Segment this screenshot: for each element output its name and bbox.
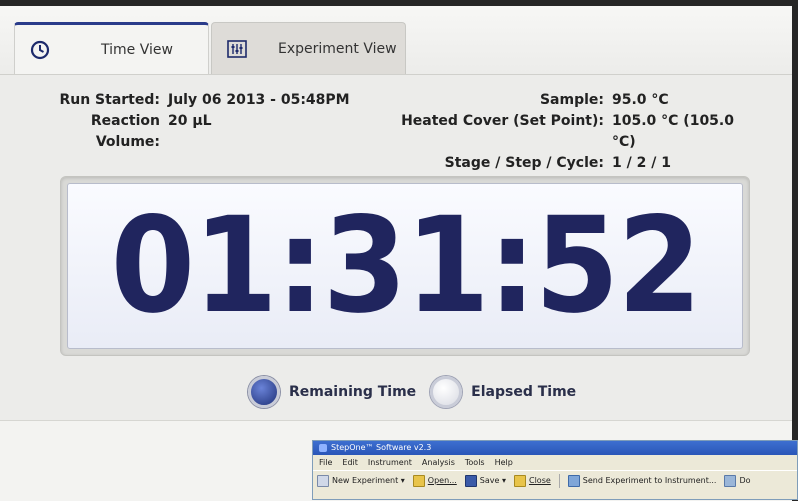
elapsed-time-label[interactable]: Elapsed Time: [471, 384, 576, 400]
run-info-left: Run Started: July 06 2013 - 05:48PM Reac…: [30, 90, 350, 153]
timer-frame: 01:31:52: [60, 176, 750, 356]
send-experiment-label: Send Experiment to Instrument...: [582, 476, 717, 485]
app-logo-icon: [319, 444, 327, 452]
toolbar-separator: [558, 474, 560, 488]
run-started-row: Run Started: July 06 2013 - 05:48PM: [30, 90, 350, 111]
run-monitor-panel: Time View Experiment View Run Started: J…: [0, 6, 792, 501]
heated-cover-label: Heated Cover (Set Point):: [401, 113, 604, 129]
download-button[interactable]: Do: [724, 471, 751, 491]
menu-bar: File Edit Instrument Analysis Tools Help: [313, 455, 797, 470]
floppy-disk-icon: [464, 475, 477, 487]
sample-value: 95.0 °C: [612, 92, 669, 108]
folder-icon: [412, 475, 425, 487]
timer-display: 01:31:52: [67, 183, 743, 349]
heated-cover-value: 105.0 °C (105.0 °C): [612, 113, 734, 150]
new-experiment-button[interactable]: New Experiment ▾: [317, 471, 405, 491]
tab-experiment-view[interactable]: Experiment View: [211, 22, 406, 74]
reaction-volume-value: 20 µL: [168, 113, 212, 129]
tab-experiment-view-label: Experiment View: [278, 40, 397, 57]
time-mode-selector: Remaining Time Elapsed Time: [248, 376, 590, 408]
save-button[interactable]: Save ▾: [464, 471, 506, 491]
clock-icon: [29, 39, 51, 61]
close-label: Close: [528, 476, 551, 485]
close-button[interactable]: Close: [513, 471, 551, 491]
menu-file[interactable]: File: [319, 455, 332, 470]
open-label: Open...: [427, 476, 457, 485]
window-title-bar: StepOne™ Software v2.3: [313, 441, 797, 455]
reaction-volume-row: Reaction Volume: 20 µL: [30, 111, 350, 153]
sliders-icon: [226, 38, 248, 60]
stage-step-cycle-label: Stage / Step / Cycle:: [444, 155, 604, 171]
tab-time-view-label: Time View: [101, 41, 173, 58]
stage-step-cycle-row: Stage / Step / Cycle: 1 / 2 / 1: [379, 153, 760, 174]
tab-bar: Time View Experiment View: [0, 6, 792, 75]
new-document-icon: [317, 475, 329, 487]
elapsed-time-radio[interactable]: [430, 376, 463, 408]
heated-cover-row: Heated Cover (Set Point): 105.0 °C (105.…: [379, 111, 760, 153]
tab-time-view[interactable]: Time View: [14, 22, 209, 74]
remaining-time-radio[interactable]: [248, 376, 280, 408]
sample-row: Sample: 95.0 °C: [379, 90, 760, 111]
menu-analysis[interactable]: Analysis: [422, 455, 455, 470]
run-started-value: July 06 2013 - 05:48PM: [168, 92, 350, 108]
reaction-volume-label: Reaction Volume:: [90, 113, 160, 150]
menu-help[interactable]: Help: [495, 455, 513, 470]
open-button[interactable]: Open...: [412, 471, 457, 491]
stepone-software-window: StepOne™ Software v2.3 File Edit Instrum…: [312, 440, 798, 500]
menu-instrument[interactable]: Instrument: [368, 455, 412, 470]
run-info-right: Sample: 95.0 °C Heated Cover (Set Point)…: [379, 90, 760, 174]
run-started-label: Run Started:: [59, 92, 160, 108]
sample-label: Sample:: [539, 92, 604, 108]
dropdown-arrow-icon: ▾: [398, 476, 405, 485]
send-instrument-icon: [567, 475, 580, 487]
download-label: Do: [739, 476, 751, 485]
dropdown-arrow-icon: ▾: [499, 476, 506, 485]
save-label: Save: [479, 476, 500, 485]
new-experiment-label: New Experiment: [332, 476, 399, 485]
timer-text: 01:31:52: [110, 189, 701, 343]
menu-tools[interactable]: Tools: [465, 455, 485, 470]
folder-close-icon: [513, 475, 526, 487]
stage-step-cycle-value: 1 / 2 / 1: [612, 155, 671, 171]
remaining-time-label[interactable]: Remaining Time: [289, 384, 416, 400]
menu-edit[interactable]: Edit: [342, 455, 358, 470]
toolbar: New Experiment ▾ Open... Save ▾ Close Se…: [313, 470, 797, 491]
download-icon: [724, 475, 737, 487]
window-title: StepOne™ Software v2.3: [331, 443, 432, 452]
send-experiment-button[interactable]: Send Experiment to Instrument...: [567, 471, 717, 491]
